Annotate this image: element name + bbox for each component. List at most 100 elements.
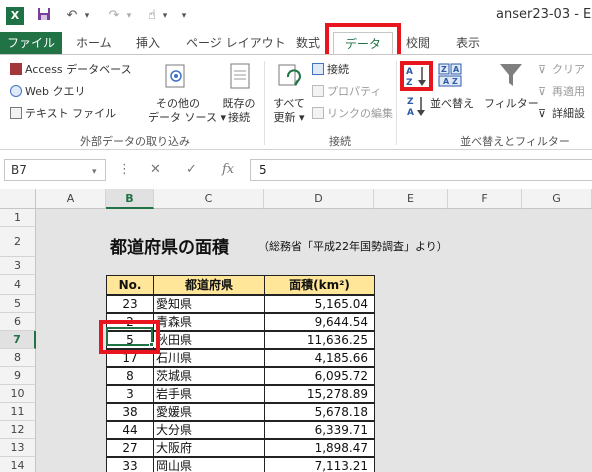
- cell-prefecture[interactable]: 岩手県: [153, 385, 265, 403]
- row-header-13[interactable]: 13: [0, 439, 36, 457]
- column-header-f[interactable]: F: [448, 189, 522, 209]
- column-header-a[interactable]: A: [36, 189, 106, 209]
- formula-input[interactable]: 5: [250, 159, 592, 181]
- row-header-1[interactable]: 1: [0, 209, 36, 227]
- cell-area[interactable]: 5,678.18: [264, 403, 375, 421]
- cell-area[interactable]: 15,278.89: [264, 385, 375, 403]
- filter-icon: [500, 64, 522, 86]
- row-header-8[interactable]: 8: [0, 349, 36, 367]
- row-header-14[interactable]: 14: [0, 457, 36, 472]
- cell-no[interactable]: 3: [106, 385, 154, 403]
- gridline: [448, 209, 449, 472]
- cancel-icon[interactable]: ✕: [150, 161, 161, 179]
- header-prefecture[interactable]: 都道府県: [153, 275, 265, 295]
- undo-icon[interactable]: ↶: [64, 7, 80, 25]
- advanced-filter-button[interactable]: ⊽ 詳細設: [538, 107, 585, 121]
- cell-prefecture[interactable]: 秋田県: [153, 331, 265, 349]
- svg-text:Z: Z: [407, 97, 414, 107]
- clear-filter-button[interactable]: ⊽ クリア: [538, 63, 585, 77]
- refresh-all-button[interactable]: すべて 更新 ▾: [270, 97, 308, 125]
- row-header-7[interactable]: 7: [0, 331, 36, 349]
- cell-no[interactable]: 27: [106, 439, 154, 457]
- connections-button[interactable]: 接続: [312, 63, 349, 77]
- row-header-11[interactable]: 11: [0, 403, 36, 421]
- cell-area[interactable]: 1,898.47: [264, 439, 375, 457]
- redo-icon[interactable]: ↷: [106, 7, 122, 25]
- row-header-6[interactable]: 6: [0, 313, 36, 331]
- properties-button[interactable]: プロパティ: [312, 85, 381, 99]
- access-database-button[interactable]: Access データベース: [10, 63, 132, 77]
- external-data-group-label: 外部データの取り込み: [80, 135, 190, 148]
- cell-prefecture[interactable]: 愛媛県: [153, 403, 265, 421]
- touch-mode-icon[interactable]: ☝: [144, 7, 160, 25]
- cell-prefecture[interactable]: 青森県: [153, 313, 265, 331]
- redo-dropdown-icon[interactable]: ▾: [124, 7, 134, 25]
- edit-links-button[interactable]: リンクの編集: [312, 107, 393, 121]
- cell-no[interactable]: 44: [106, 421, 154, 439]
- row-header-3[interactable]: 3: [0, 257, 36, 275]
- tab-page-layout[interactable]: ページ レイアウト: [186, 32, 286, 54]
- column-header-e[interactable]: E: [374, 189, 448, 209]
- sort-za-icon[interactable]: Z A: [406, 95, 426, 117]
- cell-area[interactable]: 6,095.72: [264, 367, 375, 385]
- title-bar: X ↶ ▾ ↷ ▾ ☝ ▾ ▾ anser23-03 - Exce: [0, 0, 592, 32]
- other-sources-button[interactable]: その他の データ ソース ▾: [148, 97, 226, 125]
- cell-area[interactable]: 11,636.25: [264, 331, 375, 349]
- tab-file[interactable]: ファイル: [0, 32, 62, 54]
- touch-dropdown-icon[interactable]: ▾: [160, 7, 170, 25]
- sheet-title[interactable]: 都道府県の面積: [110, 233, 229, 258]
- tab-formulas[interactable]: 数式: [296, 32, 320, 54]
- enter-icon[interactable]: ✓: [186, 161, 197, 179]
- divider: [264, 61, 265, 145]
- cell-no[interactable]: 38: [106, 403, 154, 421]
- cell-prefecture[interactable]: 大分県: [153, 421, 265, 439]
- row-header-2[interactable]: 2: [0, 227, 36, 257]
- cell-area[interactable]: 4,185.66: [264, 349, 375, 367]
- column-header-b[interactable]: B: [106, 189, 154, 209]
- row-header-9[interactable]: 9: [0, 367, 36, 385]
- cell-prefecture[interactable]: 岡山県: [153, 457, 265, 472]
- sort-descending-icon[interactable]: Z A A Z: [438, 63, 464, 87]
- connection-icon: [312, 63, 324, 75]
- row-header-12[interactable]: 12: [0, 421, 36, 439]
- cell-prefecture[interactable]: 愛知県: [153, 295, 265, 313]
- cell-area[interactable]: 5,165.04: [264, 295, 375, 313]
- cell-prefecture[interactable]: 茨城県: [153, 367, 265, 385]
- sheet-subtitle[interactable]: （総務省「平成22年国勢調査」より）: [258, 238, 448, 254]
- cell-no[interactable]: 23: [106, 295, 154, 313]
- existing-connections-button[interactable]: 既存の 接続: [220, 97, 258, 125]
- filter-button[interactable]: フィルター: [484, 97, 539, 111]
- tab-view[interactable]: 表示: [456, 32, 480, 54]
- cell-area[interactable]: 9,644.54: [264, 313, 375, 331]
- cell-prefecture[interactable]: 石川県: [153, 349, 265, 367]
- customize-quick-access-icon[interactable]: ▾: [178, 7, 190, 25]
- row-header-10[interactable]: 10: [0, 385, 36, 403]
- column-header-g[interactable]: G: [522, 189, 592, 209]
- cell-no[interactable]: 33: [106, 457, 154, 472]
- edit-links-icon: [312, 107, 324, 119]
- undo-dropdown-icon[interactable]: ▾: [82, 7, 92, 25]
- save-icon[interactable]: [36, 7, 52, 25]
- row-header-5[interactable]: 5: [0, 295, 36, 313]
- tab-insert[interactable]: 挿入: [136, 32, 160, 54]
- name-box-dropdown-icon[interactable]: ▾: [92, 163, 97, 181]
- name-box[interactable]: B7: [4, 159, 106, 181]
- cell-area[interactable]: 7,113.21: [264, 457, 375, 472]
- row-header-4[interactable]: 4: [0, 275, 36, 295]
- gridline: [522, 209, 523, 472]
- insert-function-icon[interactable]: fx: [222, 161, 234, 179]
- tab-home[interactable]: ホーム: [76, 32, 112, 54]
- select-all-corner[interactable]: [0, 189, 36, 209]
- header-area[interactable]: 面積(km²): [264, 275, 375, 295]
- cell-no[interactable]: 8: [106, 367, 154, 385]
- sort-button[interactable]: 並べ替え: [430, 97, 474, 111]
- cell-area[interactable]: 6,339.71: [264, 421, 375, 439]
- header-no[interactable]: No.: [106, 275, 154, 295]
- text-file-button[interactable]: テキスト ファイル: [10, 107, 116, 121]
- column-header-c[interactable]: C: [154, 189, 264, 209]
- web-query-button[interactable]: Web クエリ: [10, 85, 85, 99]
- reapply-button[interactable]: ⊽ 再適用: [538, 85, 585, 99]
- tab-review[interactable]: 校閲: [406, 32, 430, 54]
- column-header-d[interactable]: D: [264, 189, 374, 209]
- cell-prefecture[interactable]: 大阪府: [153, 439, 265, 457]
